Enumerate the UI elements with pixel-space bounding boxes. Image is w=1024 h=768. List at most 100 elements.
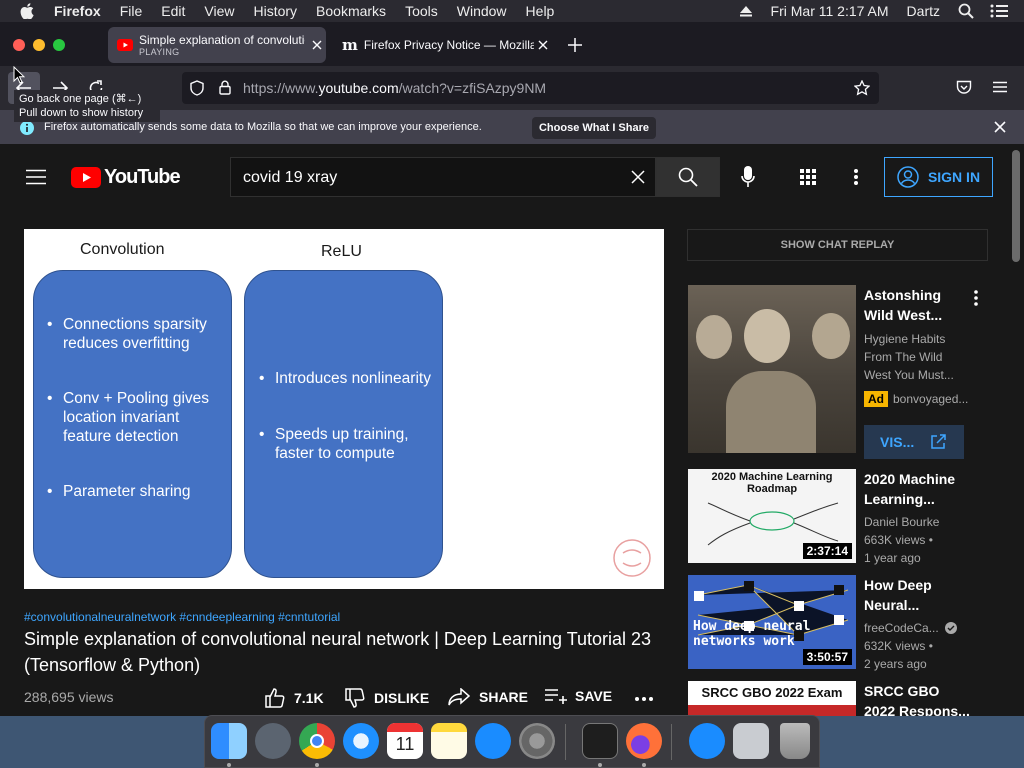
menubar-clock[interactable]: Fri Mar 11 2:17 AM [771,3,889,19]
rec-title[interactable]: 2020 Machine Learning... [864,469,974,509]
lock-icon[interactable] [219,80,231,95]
dislike-button[interactable]: DISLIKE [345,688,429,708]
menu-help[interactable]: Help [526,3,555,19]
dock-running-indicator [642,763,646,767]
slide-title-convolution: Convolution [80,241,165,258]
thumbs-down-icon [345,688,365,708]
back-button-tooltip: Go back one page (⌘←) Pull down to show … [14,90,160,122]
menu-view[interactable]: View [204,3,234,19]
dock-notes-icon[interactable] [431,723,467,759]
dock-app-store-icon[interactable] [475,723,511,759]
clear-search-icon[interactable] [631,170,645,184]
show-chat-replay-button[interactable]: SHOW CHAT REPLAY [687,229,988,261]
dock-safari-icon[interactable] [343,723,379,759]
dock-calendar-icon[interactable]: 11 [387,723,423,759]
choose-what-i-share-button[interactable]: Choose What I Share [532,117,656,139]
save-button[interactable]: SAVE [545,688,612,704]
youtube-search-input[interactable]: covid 19 xray [230,157,656,197]
tab-title: Firefox Privacy Notice — Mozilla [363,38,534,52]
menu-app-firefox[interactable]: Firefox [54,3,101,19]
youtube-search-button[interactable] [656,157,720,197]
window-close-button[interactable] [13,39,25,51]
menu-file[interactable]: File [120,3,143,19]
slide-card-relu: Introduces nonlinearity Speeds up traini… [244,270,443,578]
spotlight-search-icon[interactable] [958,3,974,19]
rec-more-icon[interactable] [974,290,978,306]
youtube-favicon-icon [117,39,133,51]
dock-chrome-icon[interactable] [299,723,335,759]
ad-visit-label: VIS... [880,434,915,450]
window-zoom-button[interactable] [53,39,65,51]
rec-channel[interactable]: Daniel Bourke [864,513,939,531]
dock-finder-icon[interactable] [211,723,247,759]
view-count: 288,695 views [24,689,114,705]
share-button[interactable]: SHARE [448,688,528,706]
rec-views: 663K views • [864,533,933,547]
mozilla-favicon-icon: m [342,36,358,54]
video-player[interactable]: Convolution ReLU Connections sparsity re… [24,229,664,589]
tracking-shield-icon[interactable] [190,80,204,96]
rec-thumbnail-text: 2020 Machine Learning Roadmap [711,471,833,495]
rec-channel: freeCodeCa... [864,621,939,635]
dock-firefox-icon[interactable] [626,723,662,759]
apps-grid-icon[interactable] [800,169,816,185]
tab-youtube[interactable]: Simple explanation of convolutio PLAYING [108,27,326,63]
pocket-icon[interactable] [956,80,972,95]
rec-title[interactable]: Astonshing Wild West... [864,285,974,325]
rec-channel-row[interactable]: freeCodeCa... [864,619,957,637]
voice-search-microphone-icon[interactable] [741,166,755,188]
dock-app-store-2-icon[interactable] [689,723,725,759]
window-minimize-button[interactable] [33,39,45,51]
more-vertical-icon[interactable] [854,169,858,185]
youtube-logo[interactable]: YouTube [71,166,181,189]
ad-thumbnail-figure [812,313,850,359]
apple-icon[interactable] [20,3,34,19]
page-scrollbar[interactable] [1012,150,1020,262]
url-bar[interactable]: https://www.youtube.com/watch?v=zfiSAzpy… [182,72,879,104]
like-button[interactable]: 7.1K [265,688,324,708]
rec-thumbnail[interactable]: 2020 Machine Learning Roadmap 2:37:14 [688,469,856,563]
url-text[interactable]: https://www.youtube.com/watch?v=zfiSAzpy… [243,80,546,96]
new-tab-plus-icon[interactable] [568,38,582,52]
rec-thumbnail[interactable]: How deep neural networks work 3:50:57 [688,575,856,669]
tab-close-icon[interactable] [538,40,548,50]
tooltip-line-1: Go back one page (⌘←) [19,93,142,105]
playlist-add-icon [545,689,567,704]
ad-thumbnail[interactable] [688,285,856,453]
slide-bullet: Speeds up training, faster to compute [259,425,435,463]
sign-in-button[interactable]: SIGN IN [884,157,993,197]
eject-icon[interactable] [739,5,753,17]
menu-tools[interactable]: Tools [405,3,438,19]
rec-thumbnail[interactable]: SRCC GBO 2022 Exam [688,681,856,716]
tab-privacy-notice[interactable]: m Firefox Privacy Notice — Mozilla [334,27,552,63]
menubar-user[interactable]: Dartz [907,3,940,19]
hamburger-menu-icon[interactable] [993,81,1007,93]
tab-bar: Simple explanation of convolutio PLAYING… [0,22,1024,66]
dock-preview-icon[interactable] [733,723,769,759]
control-center-icon[interactable] [990,4,1008,18]
tab-close-icon[interactable] [312,40,322,50]
slide-bullet: Parameter sharing [47,482,228,501]
menu-bookmarks[interactable]: Bookmarks [316,3,386,19]
rec-title[interactable]: How Deep Neural... [864,575,974,615]
external-link-icon [931,434,946,449]
rec-title[interactable]: SRCC GBO 2022 Respons... [864,681,974,716]
dock-launchpad-icon[interactable] [255,723,291,759]
tab-title: Simple explanation of convolutio [139,33,305,47]
dock-trash-icon[interactable] [780,723,810,759]
rec-thumbnail-text: SRCC GBO 2022 Exam [701,685,843,700]
youtube-logo-icon [71,167,101,188]
menu-window[interactable]: Window [457,3,507,19]
dock-system-preferences-icon[interactable] [519,723,555,759]
menu-edit[interactable]: Edit [161,3,185,19]
bookmark-star-icon[interactable] [854,80,870,96]
video-hashtags[interactable]: #convolutionalneuralnetwork #cnndeeplear… [24,610,340,624]
dock-terminal-icon[interactable] [582,723,618,759]
menu-history[interactable]: History [253,3,297,19]
ad-thumbnail-figure [696,315,732,359]
ad-visit-button[interactable]: VIS... [864,425,964,459]
url-path: /watch?v=zfiSAzpy9NM [398,80,547,96]
close-notice-icon[interactable] [994,121,1006,133]
guide-menu-icon[interactable] [26,169,46,185]
more-actions-icon[interactable] [635,697,653,701]
